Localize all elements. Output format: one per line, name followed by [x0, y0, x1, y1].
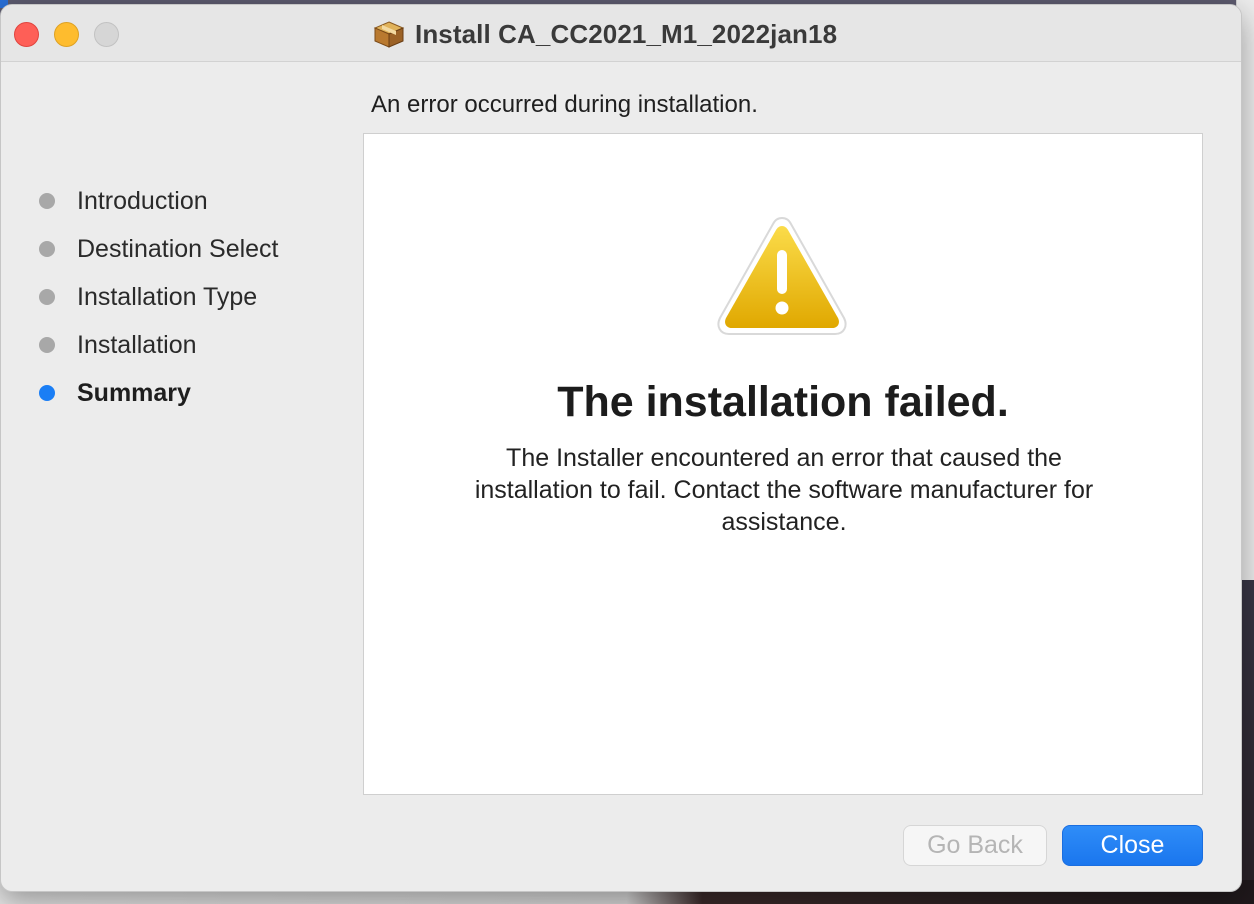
- minimize-window-button[interactable]: [54, 22, 79, 47]
- go-back-button: Go Back: [903, 825, 1047, 866]
- sidebar-item-label: Introduction: [77, 186, 208, 215]
- content-panel: The installation failed. The Installer e…: [363, 133, 1203, 795]
- sidebar-item-summary: Summary: [37, 369, 279, 417]
- step-dot-icon: [39, 193, 55, 209]
- installer-window: Install CA_CC2021_M1_2022jan18 An error …: [0, 4, 1242, 892]
- warning-icon: [717, 216, 847, 335]
- sidebar-item-introduction: Introduction: [37, 177, 279, 225]
- step-dot-icon: [39, 337, 55, 353]
- failure-message: The Installer encountered an error that …: [474, 444, 1094, 536]
- window-title: Install CA_CC2021_M1_2022jan18: [415, 18, 838, 49]
- sidebar-item-destination-select: Destination Select: [37, 225, 279, 273]
- sidebar-item-label: Installation Type: [77, 282, 258, 311]
- close-window-button[interactable]: [14, 22, 39, 47]
- failure-title: The installation failed.: [557, 378, 1009, 426]
- title-bar[interactable]: Install CA_CC2021_M1_2022jan18: [1, 5, 1241, 62]
- package-icon: [373, 21, 405, 48]
- window-title-group: Install CA_CC2021_M1_2022jan18: [373, 17, 837, 51]
- active-step-dot-icon: [39, 385, 55, 401]
- sidebar-item-label: Installation: [77, 330, 197, 359]
- step-dot-icon: [39, 289, 55, 305]
- sidebar-item-installation: Installation: [37, 321, 279, 369]
- sidebar-item-label: Destination Select: [77, 234, 279, 263]
- sidebar-item-label: Summary: [77, 378, 191, 407]
- installer-steps-sidebar: Introduction Destination Select Installa…: [37, 177, 279, 417]
- sidebar-item-installation-type: Installation Type: [37, 273, 279, 321]
- status-heading: An error occurred during installation.: [371, 91, 758, 118]
- zoom-window-button: [94, 22, 119, 47]
- close-button[interactable]: Close: [1062, 825, 1203, 866]
- step-dot-icon: [39, 241, 55, 257]
